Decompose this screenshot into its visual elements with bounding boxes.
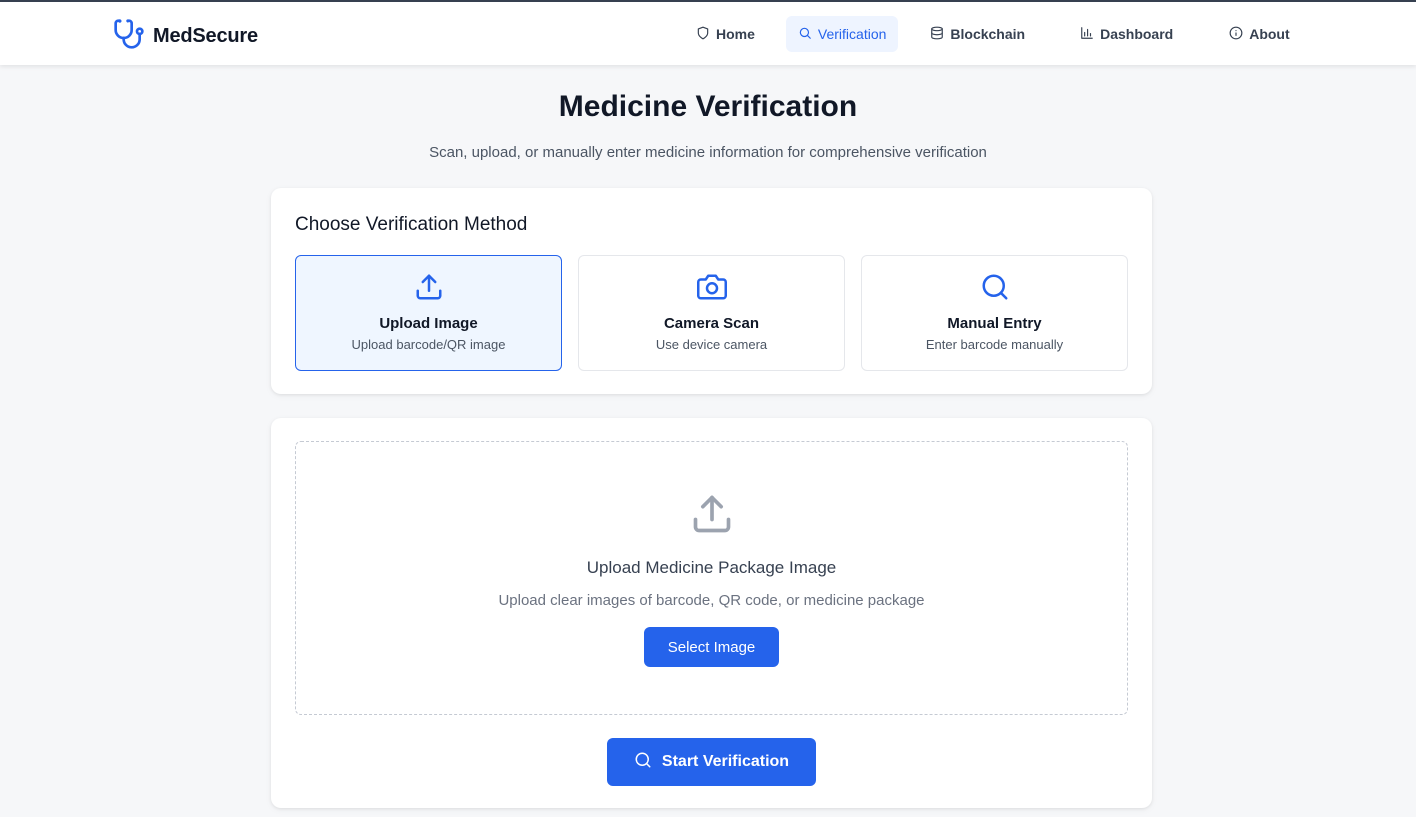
main-nav: Home Verification Blockchain Dashboard A… [684,16,1302,52]
upload-card: Upload Medicine Package Image Upload cle… [271,418,1152,808]
bar-chart-icon [1080,26,1094,43]
method-upload-image[interactable]: Upload Image Upload barcode/QR image [295,255,562,371]
nav-home-label: Home [716,26,755,42]
page-subtitle: Scan, upload, or manually enter medicine… [429,144,987,161]
select-image-button[interactable]: Select Image [644,627,779,667]
nav-blockchain[interactable]: Blockchain [918,16,1037,52]
page-title: Medicine Verification [558,90,858,123]
search-icon [634,751,652,774]
brand-logo[interactable]: MedSecure [113,18,258,55]
nav-dashboard[interactable]: Dashboard [1068,16,1185,52]
method-title: Camera Scan [663,315,760,332]
method-heading: Choose Verification Method [295,214,528,235]
start-verification-label: Start Verification [661,753,790,770]
shield-icon [696,26,710,43]
database-icon [930,26,944,43]
method-manual-entry[interactable]: Manual Entry Enter barcode manually [861,255,1128,371]
upload-description: Upload clear images of barcode, QR code,… [498,592,925,609]
upload-icon [296,272,561,302]
method-desc: Use device camera [655,337,768,352]
upload-icon [296,492,1127,536]
method-desc: Upload barcode/QR image [351,337,506,352]
camera-icon [579,272,844,302]
upload-title: Upload Medicine Package Image [586,558,837,577]
method-title: Manual Entry [947,315,1042,332]
upload-dropzone[interactable]: Upload Medicine Package Image Upload cle… [295,441,1128,715]
nav-verification[interactable]: Verification [785,16,899,52]
nav-about-label: About [1249,26,1290,42]
brand-name: MedSecure [153,25,258,47]
search-icon [862,272,1127,302]
info-icon [1229,26,1243,43]
method-desc: Enter barcode manually [925,337,1064,352]
nav-home[interactable]: Home [684,16,767,52]
stethoscope-icon [113,18,145,55]
nav-verification-label: Verification [817,26,887,42]
top-navbar: MedSecure Home Verification Blockchain D… [0,2,1416,65]
nav-blockchain-label: Blockchain [950,26,1026,42]
nav-about[interactable]: About [1217,16,1301,52]
search-icon [798,26,812,43]
nav-dashboard-label: Dashboard [1100,26,1174,42]
start-verification-button[interactable]: Start Verification [607,738,816,786]
method-camera-scan[interactable]: Camera Scan Use device camera [578,255,845,371]
verification-method-card: Choose Verification Method Upload Image … [271,188,1152,394]
method-title: Upload Image [379,315,478,332]
